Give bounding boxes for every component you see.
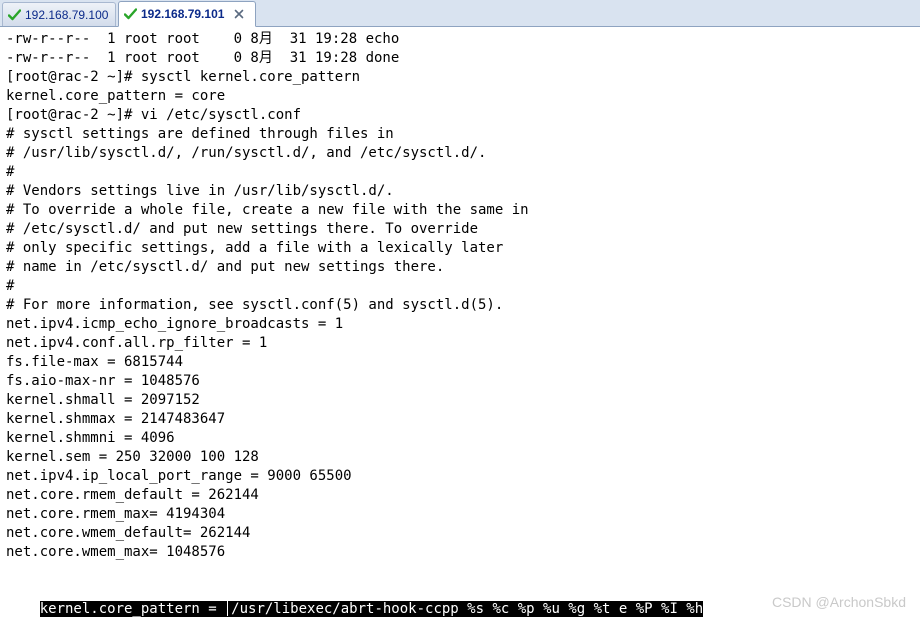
terminal-line: # <box>6 278 15 294</box>
terminal-line: net.ipv4.icmp_echo_ignore_broadcasts = 1 <box>6 316 344 332</box>
terminal-line: net.ipv4.conf.all.rp_filter = 1 <box>6 335 268 351</box>
vi-status-line: kernel.core_pattern = /usr/libexec/abrt-… <box>6 580 704 617</box>
terminal-output[interactable]: -rw-r--r-- 1 root root 0 8月 31 19:28 ech… <box>6 30 914 562</box>
close-icon[interactable] <box>232 7 246 21</box>
terminal-line: net.ipv4.ip_local_port_range = 9000 6550… <box>6 468 352 484</box>
tab-session-101[interactable]: 192.168.79.101 <box>118 1 256 27</box>
session-tab-bar: 192.168.79.100 192.168.79.101 <box>0 0 920 27</box>
tab-session-100[interactable]: 192.168.79.100 <box>2 2 116 26</box>
terminal-line: # /usr/lib/sysctl.d/, /run/sysctl.d/, an… <box>6 145 487 161</box>
tab-label: 192.168.79.100 <box>25 7 109 22</box>
check-icon <box>8 8 21 20</box>
terminal-line: fs.aio-max-nr = 1048576 <box>6 373 200 389</box>
terminal-line: -rw-r--r-- 1 root root 0 8月 31 19:28 don… <box>6 50 400 66</box>
text-cursor <box>227 599 229 616</box>
watermark: CSDN @ArchonSbkd <box>771 594 906 610</box>
terminal-line: kernel.shmmni = 4096 <box>6 430 175 446</box>
terminal-line: # /etc/sysctl.d/ and put new settings th… <box>6 221 479 237</box>
terminal-line: [root@rac-2 ~]# sysctl kernel.core_patte… <box>6 69 361 85</box>
terminal-line: # For more information, see sysctl.conf(… <box>6 297 504 313</box>
terminal-line: # <box>6 164 15 180</box>
terminal-line: kernel.shmall = 2097152 <box>6 392 200 408</box>
terminal-line: # Vendors settings live in /usr/lib/sysc… <box>6 183 394 199</box>
terminal-line: # To override a whole file, create a new… <box>6 202 529 218</box>
terminal-line: net.core.rmem_max= 4194304 <box>6 506 226 522</box>
terminal-line: kernel.sem = 250 32000 100 128 <box>6 449 259 465</box>
terminal-line: fs.file-max = 6815744 <box>6 354 184 370</box>
terminal-line: kernel.shmmax = 2147483647 <box>6 411 226 427</box>
terminal-line: net.core.wmem_default= 262144 <box>6 525 251 541</box>
terminal-line: # only specific settings, add a file wit… <box>6 240 504 256</box>
terminal-line: # sysctl settings are defined through fi… <box>6 126 394 142</box>
terminal-line: [root@rac-2 ~]# vi /etc/sysctl.conf <box>6 107 302 123</box>
terminal-line: net.core.rmem_default = 262144 <box>6 487 259 503</box>
check-icon <box>124 8 137 20</box>
terminal-line: net.core.wmem_max= 1048576 <box>6 544 226 560</box>
tab-label: 192.168.79.101 <box>141 7 225 21</box>
terminal-line: -rw-r--r-- 1 root root 0 8月 31 19:28 ech… <box>6 31 400 47</box>
terminal-line: kernel.core_pattern = core <box>6 88 226 104</box>
status-line-text: kernel.core_pattern = /usr/libexec/abrt-… <box>39 599 704 617</box>
terminal-window: 192.168.79.100 192.168.79.101 -rw-r--r--… <box>0 0 920 619</box>
terminal-line: # name in /etc/sysctl.d/ and put new set… <box>6 259 445 275</box>
